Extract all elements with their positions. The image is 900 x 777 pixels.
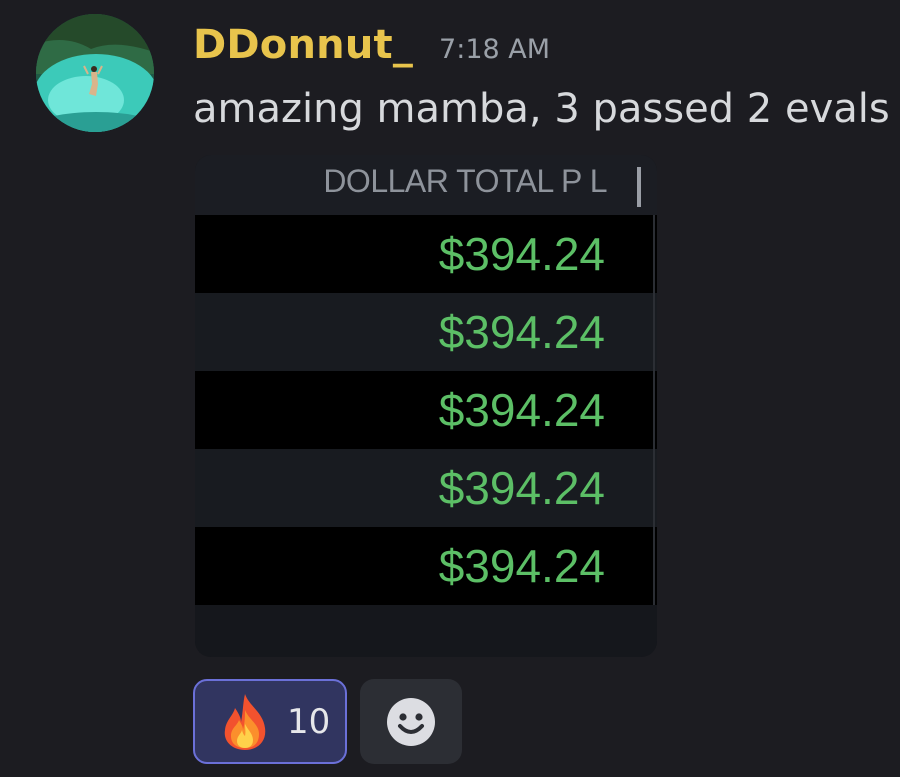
reaction-fire[interactable]: 10 bbox=[193, 679, 347, 764]
add-reaction-button[interactable] bbox=[360, 679, 462, 764]
row-edge bbox=[653, 293, 655, 371]
message-header: DDonnut_ 7:18 AM bbox=[193, 22, 550, 78]
table-row: $394.24 bbox=[195, 371, 657, 449]
dollar-value: $394.24 bbox=[438, 306, 605, 358]
column-divider bbox=[637, 167, 641, 207]
table-row: $394.24 bbox=[195, 215, 657, 293]
reaction-count: 10 bbox=[287, 701, 331, 742]
row-edge bbox=[653, 215, 655, 293]
image-attachment[interactable]: DOLLAR TOTAL P L $394.24 $394.24 $394.24… bbox=[195, 155, 657, 657]
avatar-image bbox=[36, 14, 154, 132]
dollar-value: $394.24 bbox=[438, 384, 605, 436]
table-row: $394.24 bbox=[195, 449, 657, 527]
dollar-value: $394.24 bbox=[438, 228, 605, 280]
dollar-value: $394.24 bbox=[438, 540, 605, 592]
fire-icon bbox=[224, 693, 266, 750]
table-row: $394.24 bbox=[195, 527, 657, 605]
message-text: amazing mamba, 3 passed 2 evals bbox=[193, 86, 890, 132]
timestamp[interactable]: 7:18 AM bbox=[439, 34, 550, 65]
reactions-bar: 10 bbox=[193, 679, 462, 764]
table-rows: $394.24 $394.24 $394.24 $394.24 $394.24 bbox=[195, 215, 657, 605]
avatar[interactable] bbox=[36, 14, 154, 132]
chat-message: DDonnut_ 7:18 AM amazing mamba, 3 passed… bbox=[0, 0, 900, 777]
table-footer bbox=[195, 605, 657, 657]
dollar-value: $394.24 bbox=[438, 462, 605, 514]
row-edge bbox=[653, 527, 655, 605]
username[interactable]: DDonnut_ bbox=[193, 22, 413, 68]
row-edge bbox=[653, 371, 655, 449]
table-row: $394.24 bbox=[195, 293, 657, 371]
table-header: DOLLAR TOTAL P L bbox=[195, 155, 657, 215]
row-edge bbox=[653, 449, 655, 527]
smile-icon bbox=[387, 697, 435, 746]
column-header: DOLLAR TOTAL P L bbox=[323, 163, 607, 199]
